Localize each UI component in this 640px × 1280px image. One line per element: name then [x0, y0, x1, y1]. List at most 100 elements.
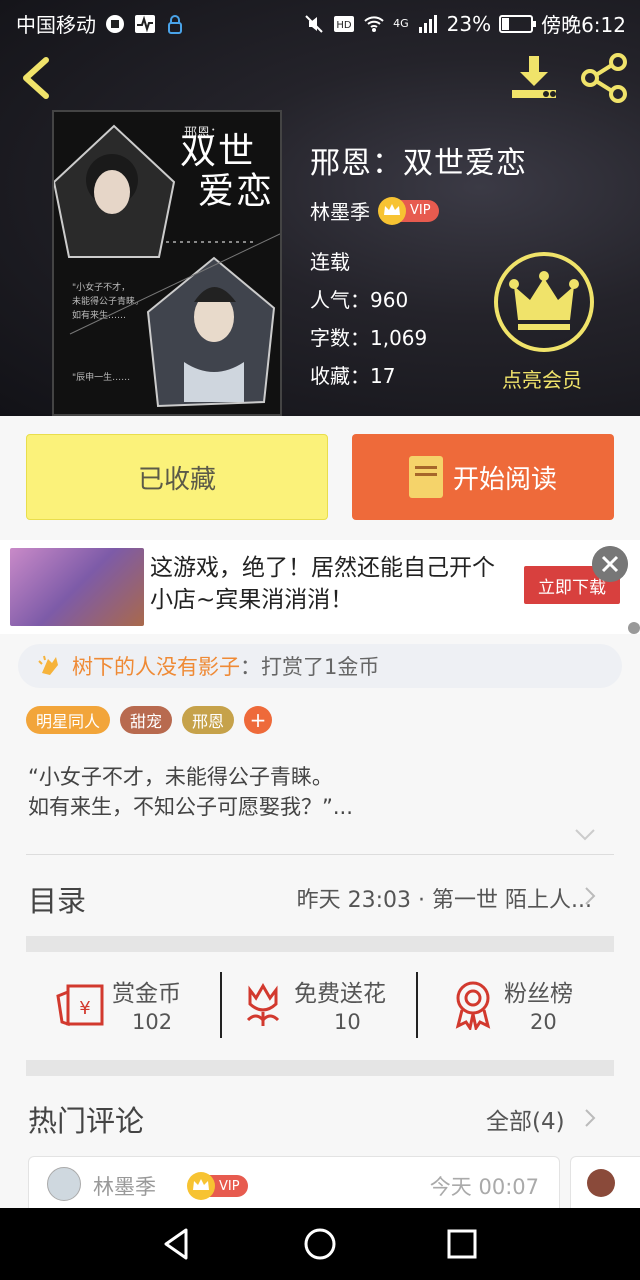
cover-title: 双世 爱恋: [180, 132, 274, 212]
back-triangle-icon[interactable]: [160, 1226, 196, 1262]
cover-title-line1: 双世: [180, 131, 257, 172]
status-right: HD 4G 23% 傍晚6:12: [303, 9, 626, 38]
book-intro[interactable]: “小女子不才，未能得公子青睐。 如有来生，不知公子可愿娶我？”...: [28, 762, 608, 822]
battery-icon: [499, 14, 537, 33]
battery-percent: 23%: [446, 11, 492, 36]
status-bar: 中国移动 HD 4G 23% 傍晚6:12: [0, 0, 640, 44]
wifi-icon: [364, 15, 384, 32]
crown-icon: [187, 1172, 215, 1200]
author-name[interactable]: 林墨季: [310, 196, 370, 225]
book-icon: [408, 456, 443, 498]
stat-fans[interactable]: 粉丝榜 20: [418, 968, 614, 1040]
stat-label: 粉丝榜: [504, 981, 573, 1007]
flower-icon: [246, 983, 280, 1026]
toc-row[interactable]: 目录 昨天 23:03 · 第一世 陌上人...: [26, 856, 614, 936]
pulse-icon: [135, 14, 155, 33]
cover-title-line2: 爱恋: [198, 171, 275, 212]
red-envelope-icon: ¥: [56, 984, 104, 1027]
stat-label: 免费送花: [294, 981, 386, 1007]
section-separator: [26, 936, 614, 952]
toc-latest-chapter: 昨天 23:03 · 第一世 陌上人...: [296, 888, 592, 913]
book-favorites: 收藏：17: [310, 364, 396, 388]
book-title: 邢恩：双世爱恋: [310, 146, 527, 181]
comment-user[interactable]: 林墨季: [93, 1171, 156, 1201]
vip-badge: VIP: [378, 196, 439, 225]
back-icon[interactable]: [14, 52, 58, 104]
hot-comments-title: 热门评论: [28, 1104, 145, 1138]
clap-icon: [38, 655, 58, 675]
vip-label: VIP: [410, 203, 431, 218]
favorited-label: 已收藏: [137, 464, 216, 495]
start-reading-button[interactable]: 开始阅读: [352, 434, 614, 520]
ad-image[interactable]: [10, 548, 144, 626]
book-status: 连载: [310, 250, 350, 274]
svg-text:未能得公子青睐。: 未能得公子青睐。: [72, 295, 144, 307]
section-separator: [26, 1060, 614, 1076]
comment-time: 今天 00:07: [429, 1175, 539, 1199]
system-nav-bar: [0, 1208, 640, 1280]
status-left: 中国移动: [16, 9, 186, 38]
medal-icon: [455, 981, 491, 1030]
tip-user[interactable]: 树下的人没有影子: [72, 651, 240, 681]
stat-flowers[interactable]: 免费送花 10: [222, 968, 416, 1040]
home-circle-icon[interactable]: [302, 1226, 338, 1262]
toc-title: 目录: [28, 884, 87, 918]
chevron-right-icon[interactable]: [584, 1108, 596, 1128]
ad-info-icon[interactable]: [628, 622, 640, 634]
signal-icon: [418, 14, 437, 33]
svg-text:"辰申一生……: "辰申一生……: [72, 371, 130, 383]
clock: 傍晚6:12: [541, 13, 626, 37]
intro-line: 如有来生，不知公子可愿娶我？”...: [28, 795, 353, 819]
app-notification-icon: [106, 14, 124, 33]
hd-icon: HD: [334, 15, 355, 32]
divider: [26, 854, 614, 855]
tip-action: ：打赏了1金币: [240, 655, 380, 679]
all-comments-link[interactable]: 全部(4): [486, 1102, 565, 1136]
comment-card[interactable]: 林墨季 VIP 今天 00:07: [28, 1156, 560, 1216]
start-reading-label: 开始阅读: [452, 464, 557, 495]
author-row[interactable]: 林墨季 VIP: [310, 196, 439, 225]
book-detail-screen: 中国移动 HD 4G 23% 傍晚6:12 "小女子不才， 未能得公子青睐。 如…: [0, 0, 640, 1280]
ad-text[interactable]: 这游戏，绝了！居然还能自己开个小店~宾果消消消！: [150, 552, 510, 616]
crown-icon: [378, 196, 406, 225]
share-icon[interactable]: [578, 52, 630, 104]
avatar[interactable]: [47, 1167, 81, 1201]
add-tag-button[interactable]: +: [244, 706, 273, 734]
book-header: 中国移动 HD 4G 23% 傍晚6:12 "小女子不才， 未能得公子青睐。 如…: [0, 0, 640, 416]
vip-label: VIP: [219, 1178, 240, 1194]
lock-icon: [168, 14, 182, 34]
book-cover[interactable]: "小女子不才， 未能得公子青睐。 如有来生…… "辰申一生…… 邢恩： 双世 爱…: [52, 110, 282, 416]
stat-value: 10: [334, 1010, 361, 1034]
member-label[interactable]: 点亮会员: [502, 364, 582, 393]
member-button[interactable]: [494, 252, 594, 352]
tag-item[interactable]: 明星同人: [26, 706, 111, 734]
svg-text:"小女子不才，: "小女子不才，: [72, 281, 130, 293]
mute-icon: [305, 14, 323, 33]
close-icon[interactable]: [592, 546, 628, 582]
carrier-label: 中国移动: [16, 13, 96, 37]
intro-line: “小女子不才，未能得公子青睐。: [28, 765, 333, 789]
favorited-button[interactable]: 已收藏: [26, 434, 328, 520]
vip-badge: VIP: [187, 1172, 248, 1200]
comment-card[interactable]: [570, 1156, 640, 1216]
book-word-count: 字数：1,069: [310, 326, 428, 350]
chevron-right-icon: [585, 887, 596, 905]
stat-label: 赏金币: [112, 981, 181, 1007]
crown-icon: [509, 271, 579, 330]
tip-notice[interactable]: 树下的人没有影子 ：打赏了1金币: [18, 644, 622, 688]
chevron-down-icon[interactable]: [574, 828, 596, 842]
stat-value: 20: [530, 1010, 557, 1034]
stat-reward[interactable]: ¥ 赏金币 102: [26, 968, 220, 1040]
svg-text:¥: ¥: [79, 998, 90, 1019]
avatar[interactable]: [587, 1169, 615, 1197]
network-type: 4G: [393, 17, 409, 30]
tag-list: 明星同人 甜宠 邢恩 +: [26, 706, 273, 734]
recents-square-icon[interactable]: [444, 1226, 480, 1262]
book-popularity: 人气：960: [310, 288, 409, 312]
stat-value: 102: [132, 1010, 173, 1034]
tag-item[interactable]: 邢恩: [182, 706, 235, 734]
download-icon[interactable]: [508, 54, 560, 102]
svg-text:HD: HD: [336, 20, 352, 31]
stats-row: ¥ 赏金币 102 免费送花 10 粉丝榜 20: [26, 968, 614, 1040]
tag-item[interactable]: 甜宠: [120, 706, 173, 734]
